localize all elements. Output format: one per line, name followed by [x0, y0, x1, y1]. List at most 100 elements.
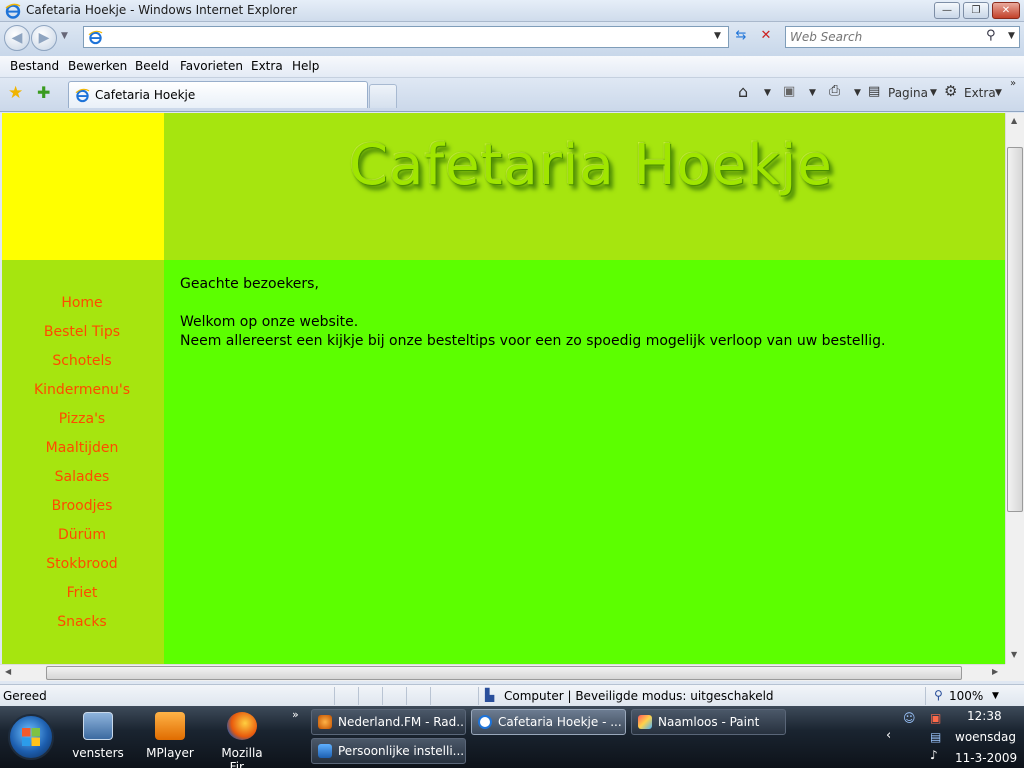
site-title: Cafetaria Hoekje	[349, 133, 833, 198]
vertical-scroll-thumb[interactable]	[1007, 147, 1023, 512]
nav-durum[interactable]: Dürüm	[2, 527, 162, 543]
nav-maaltijden[interactable]: Maaltijden	[2, 440, 162, 456]
minimize-button[interactable]: —	[934, 2, 960, 19]
nav-salades[interactable]: Salades	[2, 469, 162, 485]
nav-kindermenus[interactable]: Kindermenu's	[2, 382, 162, 398]
nav-snacks[interactable]: Snacks	[2, 614, 162, 630]
page-menu-icon: ▤	[868, 84, 881, 99]
page-content: Cafetaria Hoekje Home Bestel Tips Schote…	[0, 113, 1005, 664]
close-button[interactable]: ✕	[992, 2, 1020, 19]
menu-extra[interactable]: Extra	[251, 59, 283, 73]
new-tab-button[interactable]	[369, 84, 397, 108]
firefox-icon	[318, 715, 332, 729]
menu-beeld[interactable]: Beeld	[135, 59, 169, 73]
address-bar[interactable]: ▼	[83, 26, 729, 48]
back-arrow-icon: ◀	[11, 30, 23, 46]
forward-button[interactable]: ▶	[31, 25, 57, 51]
tools-menu-button[interactable]: Extra	[964, 86, 996, 100]
scroll-right-icon[interactable]: ▶	[992, 667, 998, 676]
start-button[interactable]	[8, 714, 54, 760]
maximize-button[interactable]: ❐	[963, 2, 989, 19]
task-paint[interactable]: Naamloos - Paint	[631, 709, 786, 735]
search-input[interactable]	[790, 29, 980, 45]
favorites-star-icon[interactable]: ★	[8, 83, 23, 103]
page-menu-button[interactable]: Pagina	[888, 86, 928, 100]
firefox-icon	[227, 712, 257, 740]
chevron-more-icon[interactable]: »	[1010, 78, 1016, 89]
title-bar: Cafetaria Hoekje - Windows Internet Expl…	[0, 0, 1024, 22]
scroll-up-icon[interactable]: ▲	[1011, 116, 1017, 125]
nav-broodjes[interactable]: Broodjes	[2, 498, 162, 514]
tools-dropdown-icon[interactable]: ▼	[995, 88, 1002, 98]
tools-gear-icon: ⚙	[944, 82, 958, 100]
menu-bar: Bestand Bewerken Beeld Favorieten Extra …	[0, 56, 1024, 78]
history-dropdown-icon[interactable]: ▼	[61, 31, 68, 41]
volume-tray-icon[interactable]: ♪	[930, 748, 938, 762]
taskbar-overflow-icon[interactable]: »	[292, 708, 299, 721]
back-button[interactable]: ◀	[4, 25, 30, 51]
nav-stokbrood[interactable]: Stokbrood	[2, 556, 162, 572]
address-dropdown-icon[interactable]: ▼	[714, 31, 721, 41]
tab-title: Cafetaria Hoekje	[95, 88, 196, 102]
status-bar: Gereed ▙ Computer | Beveiligde modus: ui…	[0, 684, 1024, 706]
task-persoonlijke-instellingen[interactable]: Persoonlijke instelli...	[311, 738, 466, 764]
status-divider	[382, 687, 383, 705]
home-icon[interactable]: ⌂	[738, 82, 748, 101]
scroll-left-icon[interactable]: ◀	[5, 667, 11, 676]
site-navigation: Home Bestel Tips Schotels Kindermenu's P…	[2, 260, 164, 664]
search-dropdown-icon[interactable]: ▼	[1008, 31, 1015, 41]
nav-home[interactable]: Home	[2, 295, 162, 311]
zoom-icon: ⚲	[934, 688, 943, 702]
refresh-icon[interactable]: ⇆	[730, 26, 752, 48]
page-dropdown-icon[interactable]: ▼	[930, 88, 937, 98]
menu-bewerken[interactable]: Bewerken	[68, 59, 127, 73]
vertical-scrollbar[interactable]: ▲ ▼	[1005, 113, 1024, 664]
status-divider	[430, 687, 431, 705]
device-tray-icon[interactable]: ▣	[930, 711, 941, 725]
scroll-down-icon[interactable]: ▼	[1011, 650, 1017, 659]
search-box[interactable]: ⚲ ▼	[785, 26, 1020, 48]
feeds-icon[interactable]: ▣	[783, 84, 795, 99]
stop-icon[interactable]: ✕	[755, 26, 777, 48]
user-tray-icon[interactable]: ☺	[903, 711, 916, 725]
quicklaunch-vensters[interactable]: vensters	[68, 712, 128, 760]
nav-pizzas[interactable]: Pizza's	[2, 411, 162, 427]
security-zone-text[interactable]: Computer | Beveiligde modus: uitgeschake…	[504, 689, 774, 703]
task-nederland-fm[interactable]: Nederland.FM - Rad...	[311, 709, 466, 735]
zoom-level[interactable]: 100%	[949, 689, 983, 703]
clock-time[interactable]: 12:38	[967, 709, 1002, 723]
horizontal-scroll-thumb[interactable]	[46, 666, 962, 680]
intro-text: Neem allereerst een kijkje bij onze best…	[180, 333, 886, 349]
horizontal-scrollbar[interactable]: ◀ ▶	[0, 664, 1005, 681]
quicklaunch-label: vensters	[72, 746, 124, 760]
nav-schotels[interactable]: Schotels	[2, 353, 162, 369]
nav-bestel-tips[interactable]: Bestel Tips	[2, 324, 162, 340]
clock-day[interactable]: woensdag	[955, 730, 1016, 744]
home-dropdown-icon[interactable]: ▼	[764, 88, 771, 98]
print-icon[interactable]: ⎙	[829, 83, 840, 99]
quicklaunch-mplayer[interactable]: MPlayer	[140, 712, 200, 760]
add-favorite-icon[interactable]: ✚	[37, 83, 50, 102]
menu-bestand[interactable]: Bestand	[10, 59, 59, 73]
page-icon	[88, 30, 103, 45]
show-hidden-icons-chevron[interactable]: ‹	[886, 728, 891, 743]
menu-favorieten[interactable]: Favorieten	[180, 59, 243, 73]
quicklaunch-firefox[interactable]: Mozilla Fir...	[210, 712, 274, 768]
internet-explorer-icon	[478, 715, 492, 729]
network-tray-icon[interactable]: ▤	[930, 730, 941, 744]
main-content: Geachte bezoekers, Welkom op onze websit…	[164, 260, 1005, 664]
zoom-dropdown-icon[interactable]: ▼	[992, 691, 999, 701]
clock-date[interactable]: 11-3-2009	[955, 751, 1017, 765]
tab-bar: ★ ✚ Cafetaria Hoekje ⌂ ▼ ▣ ▼ ⎙ ▼ ▤ Pagin…	[0, 78, 1024, 112]
computer-zone-icon: ▙	[485, 688, 495, 702]
print-dropdown-icon[interactable]: ▼	[854, 88, 861, 98]
windows-logo-icon	[22, 728, 40, 746]
window-title: Cafetaria Hoekje - Windows Internet Expl…	[26, 3, 298, 17]
menu-help[interactable]: Help	[292, 59, 319, 73]
task-cafetaria-hoekje[interactable]: Cafetaria Hoekje - ...	[471, 709, 626, 735]
search-icon[interactable]: ⚲	[986, 28, 996, 43]
tab-cafetaria-hoekje[interactable]: Cafetaria Hoekje	[68, 81, 368, 108]
nav-friet[interactable]: Friet	[2, 585, 162, 601]
tab-page-icon	[75, 88, 90, 103]
feeds-dropdown-icon[interactable]: ▼	[809, 88, 816, 98]
